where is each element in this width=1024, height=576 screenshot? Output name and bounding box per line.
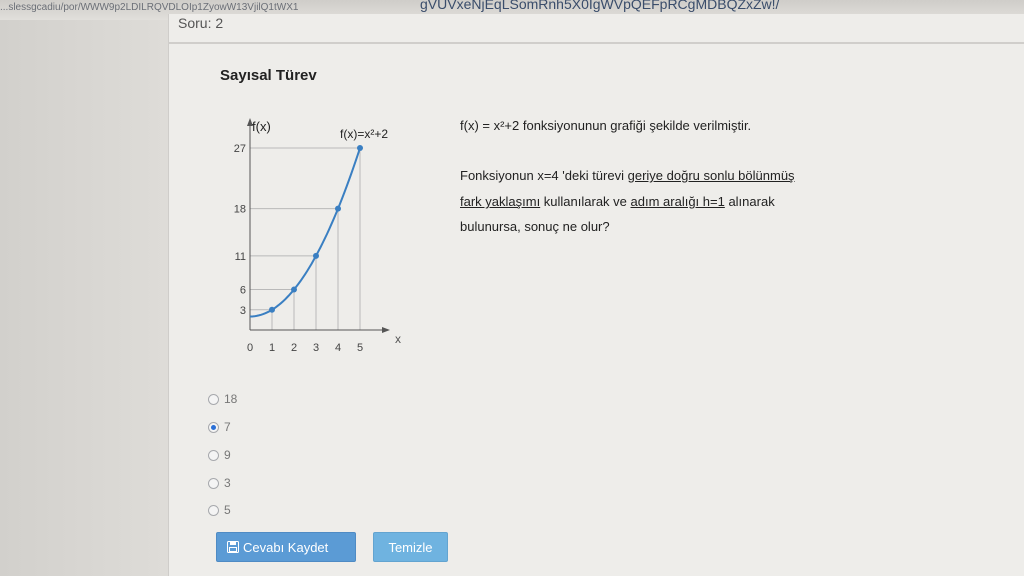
option-3[interactable]: 3 — [208, 476, 231, 490]
x-tick-label: 5 — [357, 342, 363, 354]
x-tick-label: 1 — [269, 342, 275, 354]
floppy-disk-icon — [227, 541, 239, 553]
data-point — [269, 306, 275, 313]
prompt-line-4: bulunursa, sonuç ne olur? — [460, 219, 610, 234]
clear-button-label: Temizle — [388, 539, 433, 555]
data-point — [313, 252, 319, 259]
radio-button[interactable] — [208, 477, 219, 489]
y-tick-label: 18 — [234, 204, 246, 216]
y-tick-label: 27 — [234, 143, 246, 155]
x-axis-arrow — [382, 327, 390, 333]
radio-button[interactable] — [208, 504, 219, 516]
option-9[interactable]: 9 — [208, 448, 231, 462]
save-button-label: Cevabı Kaydet — [243, 539, 329, 555]
question-title: Sayısal Türev — [220, 67, 317, 84]
x-tick-label: 3 — [313, 342, 319, 354]
y-tick-label: 6 — [240, 285, 246, 297]
x-axis-label: x — [395, 332, 401, 346]
y-axis-label: f(x) — [252, 119, 271, 134]
option-label: 5 — [224, 503, 231, 517]
data-point — [335, 205, 341, 212]
save-answer-button[interactable]: Cevabı Kaydet — [216, 532, 356, 562]
graph-ticks: 0 1 2 3 4 5 3 6 11 18 27 — [234, 143, 363, 354]
clear-button[interactable]: Temizle — [373, 532, 448, 562]
background-left — [0, 0, 168, 576]
option-label: 3 — [224, 476, 231, 490]
option-label: 9 — [224, 448, 231, 462]
x-tick-label: 0 — [247, 342, 253, 354]
prompt-line-3: fark yaklaşımı kullanılarak ve adım aral… — [460, 194, 775, 209]
url-right: gVUVxeNjEqLSomRnh5X0IgWVpQEFpRCgMDBQZxZw… — [420, 0, 780, 12]
prompt-line-2-text: Fonksiyonun x=4 'deki türevi — [460, 168, 628, 183]
function-graph: f(x) f(x)=x²+2 x 0 1 2 3 4 5 3 6 11 18 27 — [234, 118, 401, 354]
question-number: Soru: 2 — [178, 15, 224, 31]
function-curve — [250, 147, 361, 318]
prompt-line-1: f(x) = x²+2 fonksiyonunun grafiği şekild… — [460, 118, 752, 133]
option-7[interactable]: 7 — [208, 420, 231, 434]
option-5[interactable]: 5 — [208, 503, 231, 517]
panel-divider — [168, 42, 1024, 44]
option-label: 7 — [224, 420, 231, 434]
radio-button-selected[interactable] — [208, 421, 219, 433]
prompt-underline-3: adım aralığı h=1 — [630, 194, 725, 209]
data-point — [291, 286, 297, 293]
y-tick-label: 11 — [235, 251, 246, 263]
prompt-line-3-post: alınarak — [724, 194, 775, 209]
data-point — [357, 145, 363, 152]
prompt-underline-1: geriye doğru sonlu bölünmüş — [627, 168, 795, 183]
function-label: f(x)=x²+2 — [340, 127, 388, 141]
radio-button[interactable] — [208, 393, 219, 405]
x-tick-label: 4 — [335, 342, 341, 354]
prompt-underline-2: fark yaklaşımı — [460, 194, 541, 209]
url-left: ...slessgcadiu/por/WWW9p2LDILRQVDLOIp1Zy… — [0, 2, 299, 13]
radio-button[interactable] — [208, 449, 219, 461]
graph-grid — [250, 147, 361, 330]
x-tick-label: 2 — [291, 342, 297, 354]
prompt-line-2: Fonksiyonun x=4 'deki türevi geriye doğr… — [460, 168, 795, 183]
prompt-line-3-mid: kullanılarak ve — [540, 194, 631, 209]
option-18[interactable]: 18 — [208, 392, 237, 406]
option-label: 18 — [224, 392, 238, 406]
y-tick-label: 3 — [240, 305, 246, 317]
